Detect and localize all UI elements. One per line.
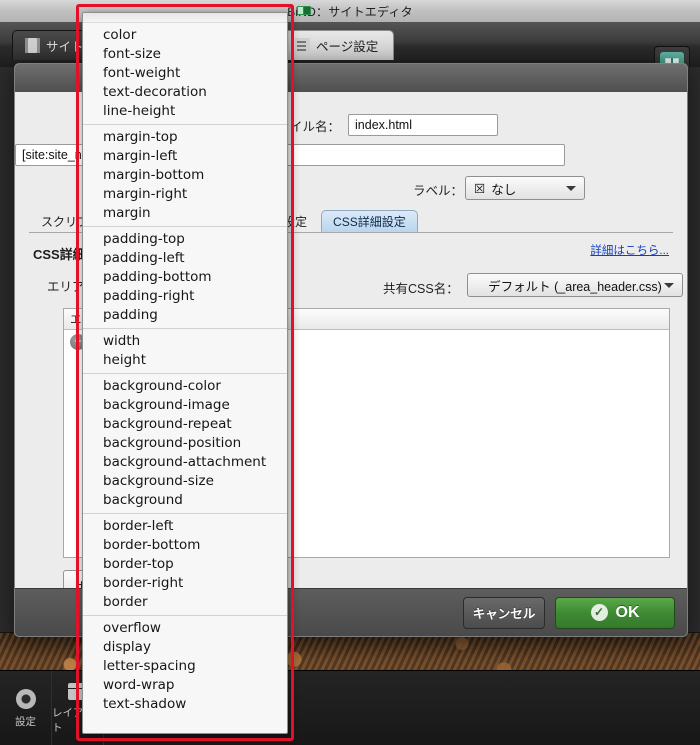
dropdown-item-margin[interactable]: margin [83,204,287,223]
dropdown-item-border-right[interactable]: border-right [83,574,287,593]
detail-link[interactable]: 詳細はこちら... [590,242,669,258]
chevron-down-icon [566,186,576,191]
gear-icon [15,688,36,709]
book-icon [25,38,40,53]
dropdown-item-overflow[interactable]: overflow [83,619,287,638]
dropdown-item-background[interactable]: background [83,491,287,510]
dropdown-item-line-height[interactable]: line-height [83,102,287,121]
dropdown-item-background-repeat[interactable]: background-repeat [83,415,287,434]
dropdown-item-text-shadow[interactable]: text-shadow [83,695,287,714]
dropdown-group: color font-size font-weight text-decoration… [83,23,287,124]
check-icon: ✓ [590,604,608,621]
dropdown-item-height[interactable]: height [83,351,287,370]
dropdown-item-display[interactable]: display [83,638,287,657]
dropdown-item-border-left[interactable]: border-left [83,517,287,536]
css-property-dropdown[interactable]: color font-size font-weight text-decoration… [82,12,288,734]
dropdown-group: padding-top padding-left padding-bottom pad… [83,226,287,328]
dropdown-item-word-wrap[interactable]: word-wrap [83,676,287,695]
filename-row: ファイル名： index.html [265,114,499,136]
dropdown-item-color[interactable]: color [83,26,287,45]
dropdown-item-font-weight[interactable]: font-weight [83,64,287,83]
dropdown-item-width[interactable]: width [83,332,287,351]
ok-button-label: OK [615,603,640,621]
page-icon [295,38,310,53]
label-select[interactable]: ☒ なし [465,176,585,200]
shared-css-value: デフォルト (_area_header.css) [488,279,662,294]
dropdown-group: margin-top margin-left margin-bottom margin… [83,124,287,226]
toolbar-tab-site-label: サイト [46,40,84,54]
dropdown-item-background-image[interactable]: background-image [83,396,287,415]
dropdown-scroll-top[interactable] [83,13,287,23]
dropdown-item-border-top[interactable]: border-top [83,555,287,574]
chevron-down-icon [664,283,674,288]
dropdown-group: background-color background-image backgrou… [83,373,287,513]
dropdown-item-padding-top[interactable]: padding-top [83,230,287,249]
label-marker-icon: ☒ [474,181,486,196]
dropdown-item-letter-spacing[interactable]: letter-spacing [83,657,287,676]
label-label: ラベル： [413,184,464,198]
bind-app-icon [296,2,313,19]
dialog-tab-css-label: CSS詳細設定 [333,214,406,229]
shared-css-select[interactable]: デフォルト (_area_header.css) [467,273,683,297]
dropdown-item-background-color[interactable]: background-color [83,377,287,396]
cancel-button-label: キャンセル [472,607,536,621]
dropdown-item-background-size[interactable]: background-size [83,472,287,491]
dropdown-item-background-attachment[interactable]: background-attachment [83,453,287,472]
dropdown-group: overflow display letter-spacing word-wrap te… [83,615,287,717]
dropdown-item-margin-left[interactable]: margin-left [83,147,287,166]
toolbar-tab-page-setting[interactable]: ページ設定 [282,30,394,60]
dropdown-item-border-bottom[interactable]: border-bottom [83,536,287,555]
dropdown-item-font-size[interactable]: font-size [83,45,287,64]
dropdown-item-text-decoration[interactable]: text-decoration [83,83,287,102]
dropdown-groups: color font-size font-weight text-decoration… [83,23,287,717]
cancel-button[interactable]: キャンセル [463,596,545,629]
dropdown-item-margin-right[interactable]: margin-right [83,185,287,204]
toolbar-tab-page-setting-label: ページ設定 [316,40,379,54]
dock-tool-settings[interactable]: 設定 [0,671,52,745]
dropdown-item-padding[interactable]: padding [83,306,287,325]
dropdown-item-margin-top[interactable]: margin-top [83,128,287,147]
shared-css-label: 共有CSS名： [383,282,459,296]
dropdown-group: width height [83,328,287,373]
dropdown-item-border[interactable]: border [83,593,287,612]
dock-tool-settings-label: 設定 [15,715,36,728]
dropdown-item-padding-left[interactable]: padding-left [83,249,287,268]
dropdown-item-padding-right[interactable]: padding-right [83,287,287,306]
label-select-value: なし [491,182,517,197]
dropdown-item-margin-bottom[interactable]: margin-bottom [83,166,287,185]
ok-button[interactable]: ✓ OK [555,596,675,629]
dialog-tab-css[interactable]: CSS詳細設定 [321,210,418,232]
dropdown-group: border-left border-bottom border-top border… [83,513,287,615]
dropdown-item-background-position[interactable]: background-position [83,434,287,453]
dropdown-item-padding-bottom[interactable]: padding-bottom [83,268,287,287]
filename-input[interactable]: index.html [348,114,499,136]
app-window: BiND：サイトエディタ サイト ページレイアウト ページ設定 sp01 設 [0,0,700,745]
